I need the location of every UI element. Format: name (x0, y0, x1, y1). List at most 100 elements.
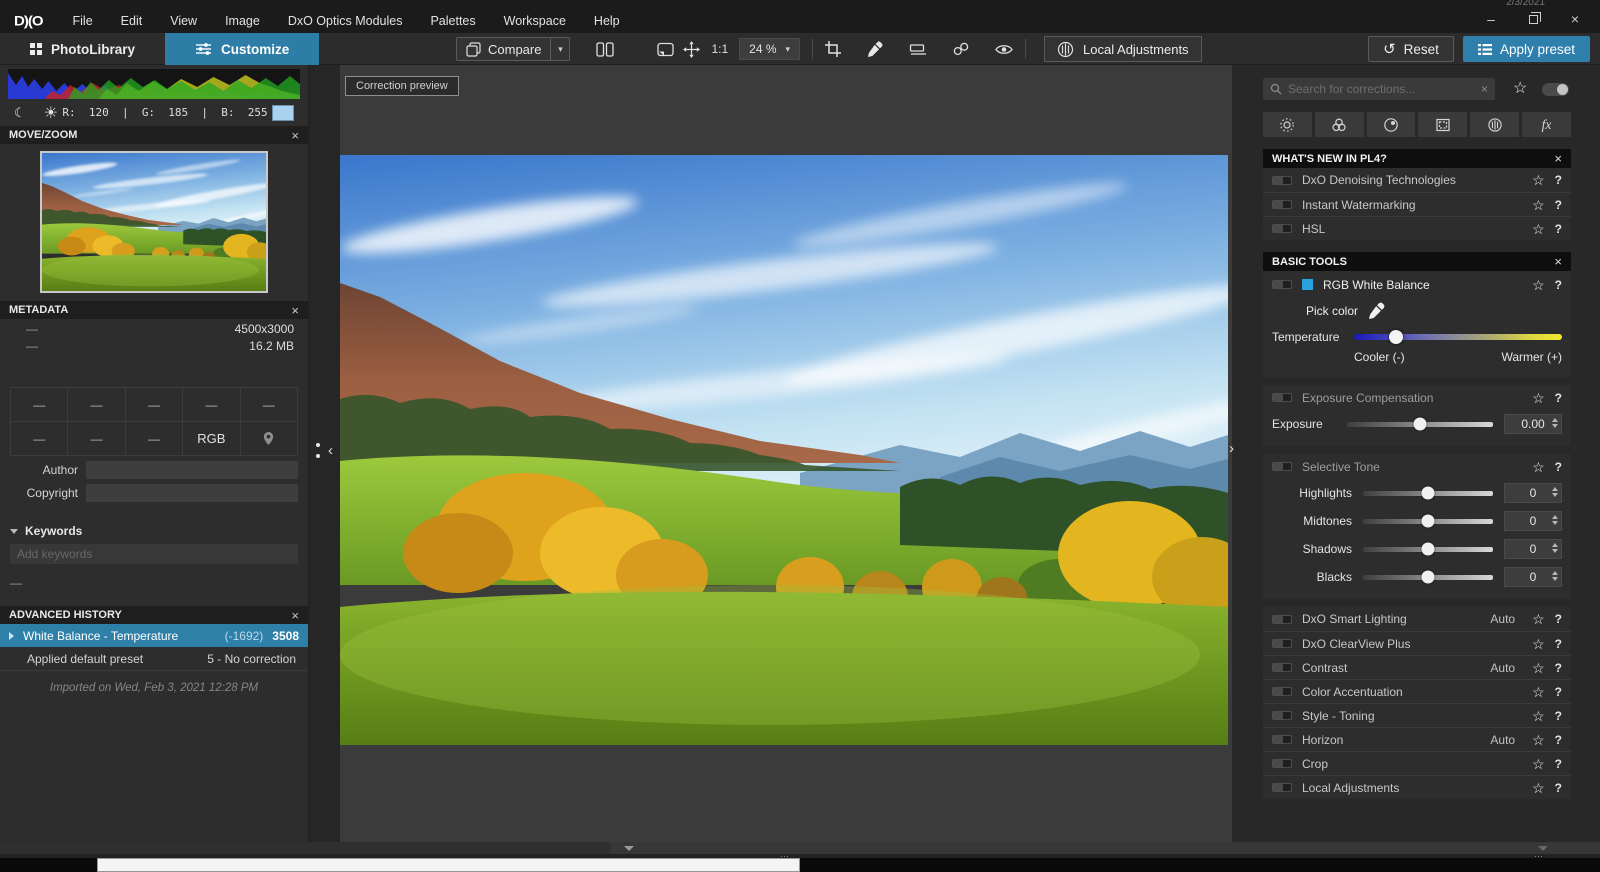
scroll-down-icon[interactable] (624, 846, 634, 851)
close-icon[interactable]: × (1554, 151, 1562, 166)
tab-color-icon[interactable] (1315, 112, 1364, 137)
blacks-slider[interactable] (1363, 575, 1493, 580)
help-icon[interactable]: ? (1555, 460, 1562, 474)
tool-row-crop[interactable]: Crop ☆ ? (1263, 751, 1571, 775)
tool-row-local-adjustments[interactable]: Local Adjustments ☆ ? (1263, 775, 1571, 799)
help-icon[interactable]: ? (1555, 685, 1562, 699)
preview-eye-icon[interactable] (995, 43, 1013, 56)
close-icon[interactable]: × (291, 129, 299, 142)
left-splitter[interactable]: ‹ (308, 65, 340, 842)
menu-image[interactable]: Image (211, 10, 274, 33)
enable-toggle[interactable] (1272, 462, 1292, 471)
blacks-value-box[interactable]: 0 (1504, 567, 1562, 587)
zoom-level-select[interactable]: 24 % ▾ (739, 38, 800, 60)
highlights-slider[interactable] (1363, 491, 1493, 496)
midtones-value-box[interactable]: 0 (1504, 511, 1562, 531)
enable-toggle[interactable] (1272, 759, 1292, 768)
move-tool-icon[interactable] (683, 41, 700, 58)
enable-toggle[interactable] (1272, 639, 1292, 648)
favorite-star-icon[interactable]: ☆ (1532, 757, 1545, 771)
enable-toggle[interactable] (1272, 280, 1292, 289)
tab-light-icon[interactable] (1263, 112, 1312, 137)
menu-view[interactable]: View (156, 10, 211, 33)
tab-detail-icon[interactable] (1367, 112, 1416, 137)
keywords-expander[interactable]: Keywords (10, 524, 298, 538)
enable-toggle[interactable] (1272, 663, 1292, 672)
help-icon[interactable]: ? (1555, 391, 1562, 405)
reset-button[interactable]: ↺ Reset (1368, 36, 1454, 62)
navigator-thumbnail[interactable] (40, 151, 268, 293)
help-icon[interactable]: ? (1555, 637, 1562, 651)
slider-thumb[interactable] (1422, 487, 1435, 500)
favorites-filter-icon[interactable]: ☆ (1513, 82, 1527, 96)
pick-color-control[interactable]: Pick color (1306, 302, 1562, 319)
highlights-value-box[interactable]: 0 (1504, 483, 1562, 503)
enable-toggle[interactable] (1272, 393, 1292, 402)
tab-effects-icon[interactable]: fx (1522, 112, 1571, 137)
search-input[interactable] (1288, 82, 1475, 96)
stepper-icon[interactable] (1552, 487, 1558, 497)
temperature-slider[interactable] (1354, 334, 1562, 340)
crop-tool-icon[interactable] (825, 41, 841, 57)
stepper-icon[interactable] (1552, 418, 1558, 428)
menu-workspace[interactable]: Workspace (490, 10, 580, 33)
image-canvas[interactable]: Correction preview (340, 65, 1232, 842)
horizon-tool-icon[interactable] (909, 43, 927, 56)
favorite-star-icon[interactable]: ☆ (1532, 173, 1545, 187)
shadows-value-box[interactable]: 0 (1504, 539, 1562, 559)
shadow-clipping-icon[interactable]: ☾ (14, 105, 26, 121)
slider-thumb[interactable] (1414, 418, 1427, 431)
enable-toggle[interactable] (1272, 176, 1292, 185)
white-balance-picker-icon[interactable] (867, 41, 883, 57)
author-field[interactable] (86, 461, 298, 479)
favorite-star-icon[interactable]: ☆ (1532, 460, 1545, 474)
slider-thumb[interactable] (1422, 543, 1435, 556)
filmstrip-thumbnail-edge[interactable] (97, 858, 800, 872)
help-icon[interactable]: ? (1555, 198, 1562, 212)
favorite-star-icon[interactable]: ☆ (1532, 391, 1545, 405)
tab-local-adjustments-icon[interactable] (1470, 112, 1519, 137)
help-icon[interactable]: ? (1555, 781, 1562, 795)
stepper-icon[interactable] (1552, 543, 1558, 553)
help-icon[interactable]: ? (1555, 222, 1562, 236)
tab-customize[interactable]: Customize (165, 33, 319, 65)
favorite-star-icon[interactable]: ☆ (1532, 278, 1545, 292)
stepper-icon[interactable] (1552, 515, 1558, 525)
close-icon[interactable]: × (291, 609, 299, 622)
chevron-right-icon[interactable]: › (1229, 440, 1234, 457)
tab-photolibrary[interactable]: PhotoLibrary (0, 33, 165, 65)
apply-preset-button[interactable]: Apply preset (1463, 36, 1590, 62)
slider-thumb[interactable] (1422, 571, 1435, 584)
shadows-slider[interactable] (1363, 547, 1493, 552)
local-adjustments-button[interactable]: Local Adjustments (1044, 36, 1202, 62)
exposure-compensation-row[interactable]: Exposure Compensation ☆ ? (1263, 385, 1571, 410)
enable-toggle[interactable] (1272, 224, 1292, 233)
close-icon[interactable]: × (1554, 254, 1562, 269)
exposure-slider[interactable] (1347, 422, 1493, 427)
zoom-1to1-button[interactable]: 1:1 (711, 42, 728, 56)
enable-toggle[interactable] (1272, 783, 1292, 792)
help-icon[interactable]: ? (1555, 173, 1562, 187)
minimize-icon[interactable]: – (1470, 8, 1512, 30)
white-balance-row[interactable]: RGB White Balance ☆ ? (1272, 272, 1562, 297)
keywords-input[interactable] (10, 544, 298, 564)
copyright-field[interactable] (86, 484, 298, 502)
panel-collapse-handle[interactable]: ‹ (316, 443, 333, 458)
favorite-star-icon[interactable]: ☆ (1532, 781, 1545, 795)
tool-row-denoising[interactable]: DxO Denoising Technologies ☆ ? (1263, 168, 1571, 192)
help-icon[interactable]: ? (1555, 733, 1562, 747)
favorite-star-icon[interactable]: ☆ (1532, 733, 1545, 747)
enable-toggle[interactable] (1272, 711, 1292, 720)
menu-palettes[interactable]: Palettes (416, 10, 489, 33)
tool-row-hsl[interactable]: HSL ☆ ? (1263, 216, 1571, 240)
tool-row-watermarking[interactable]: Instant Watermarking ☆ ? (1263, 192, 1571, 216)
enable-toggle[interactable] (1272, 735, 1292, 744)
favorite-star-icon[interactable]: ☆ (1532, 612, 1545, 626)
menu-dxo-optics-modules[interactable]: DxO Optics Modules (274, 10, 417, 33)
favorite-star-icon[interactable]: ☆ (1532, 637, 1545, 651)
fit-screen-icon[interactable] (657, 42, 674, 57)
menu-edit[interactable]: Edit (107, 10, 157, 33)
tool-row-horizon[interactable]: Horizon Auto ☆ ? (1263, 727, 1571, 751)
selective-tone-row[interactable]: Selective Tone ☆ ? (1263, 454, 1571, 479)
midtones-slider[interactable] (1363, 519, 1493, 524)
